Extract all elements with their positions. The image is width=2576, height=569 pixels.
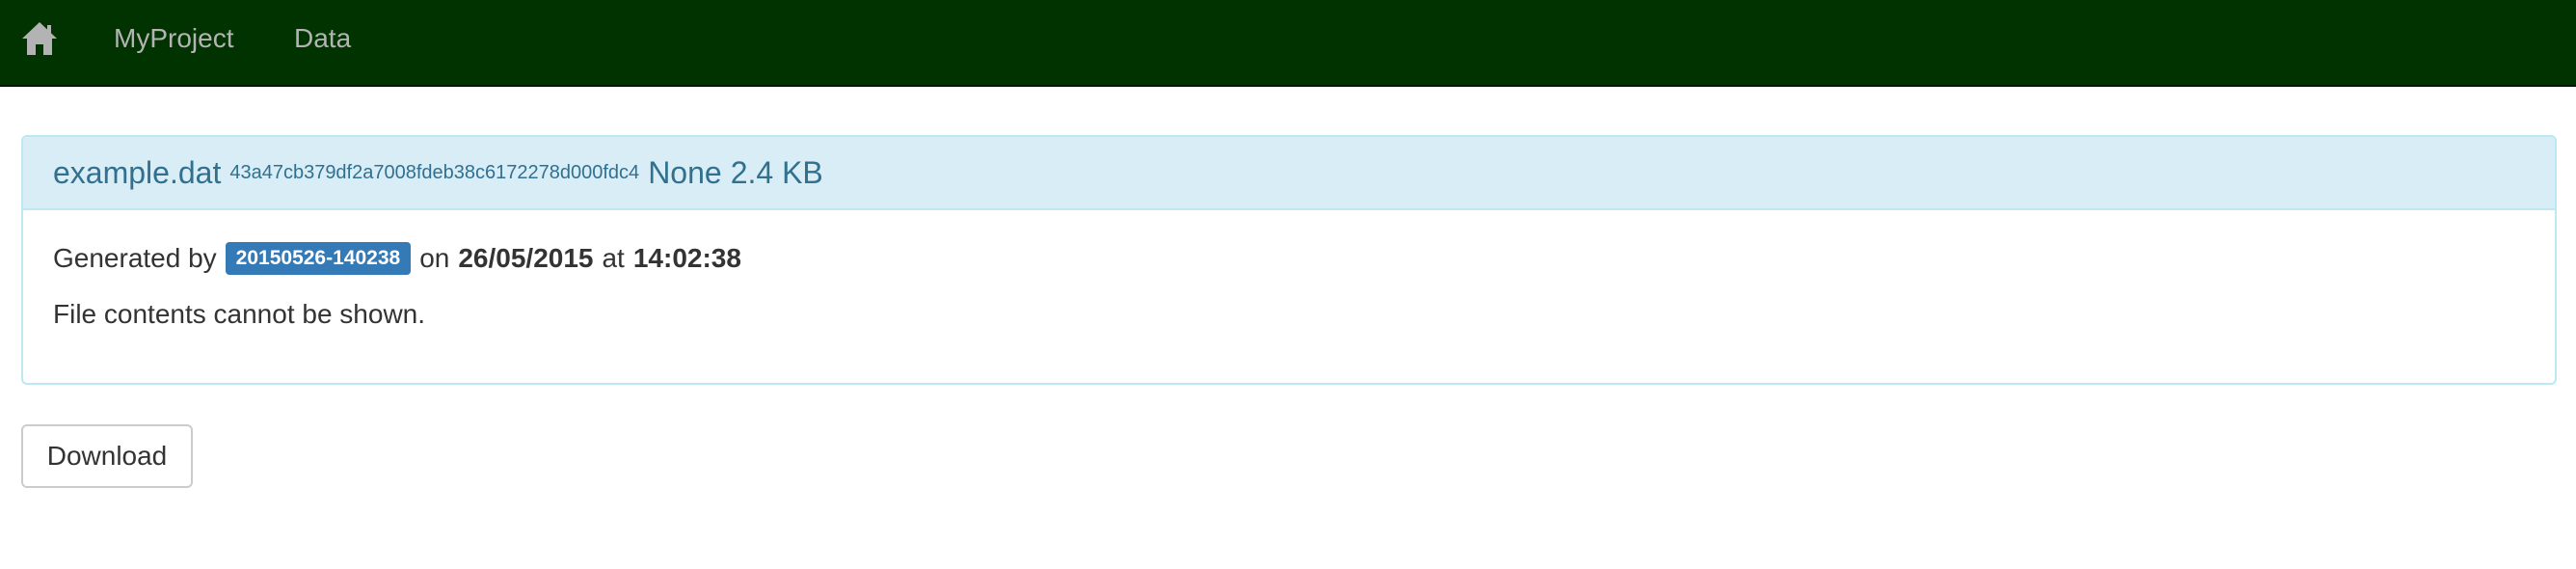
contents-message: File contents cannot be shown. (53, 299, 426, 329)
nav-link-myproject[interactable]: MyProject (114, 0, 233, 77)
download-button[interactable]: Download (21, 424, 193, 488)
at-label: at (602, 243, 625, 273)
file-type: None (648, 154, 722, 190)
nav-link-data[interactable]: Data (294, 0, 351, 77)
generated-date: 26/05/2015 (458, 243, 594, 273)
panel-heading: example.dat 43a47cb379df2a7008fdeb38c617… (23, 137, 2555, 210)
home-icon (22, 22, 57, 55)
panel-body: Generated by 20150526-140238 on 26/05/20… (23, 210, 2555, 334)
on-label: on (419, 243, 450, 273)
run-badge[interactable]: 20150526-140238 (225, 242, 412, 275)
file-size: 2.4 KB (730, 154, 823, 190)
top-navbar: MyProject Data (0, 0, 2576, 87)
file-info-panel: example.dat 43a47cb379df2a7008fdeb38c617… (21, 135, 2557, 385)
home-button[interactable] (19, 19, 60, 58)
generated-time: 14:02:38 (632, 243, 741, 273)
generated-info: Generated by 20150526-140238 on 26/05/20… (53, 239, 2555, 278)
generated-by-label: Generated by (53, 243, 217, 273)
file-name: example.dat (53, 154, 222, 190)
file-hash: 43a47cb379df2a7008fdeb38c6172278d000fdc4 (229, 161, 640, 183)
